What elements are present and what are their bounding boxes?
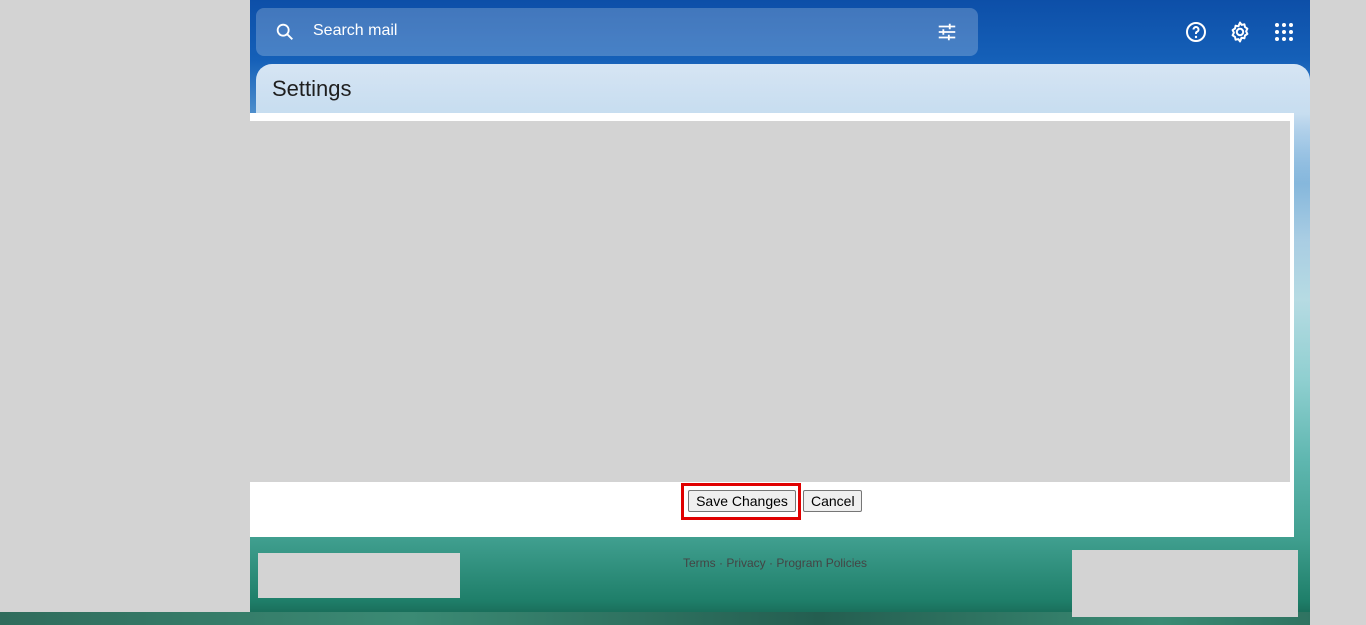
search-input[interactable]: Search mail <box>313 22 397 40</box>
apps-grid-icon[interactable] <box>1272 20 1296 44</box>
redacted-footer-right <box>1072 550 1298 617</box>
search-icon[interactable] <box>274 21 296 43</box>
privacy-link[interactable]: Privacy <box>726 556 765 570</box>
right-redacted-area <box>1310 0 1366 625</box>
program-policies-link[interactable]: Program Policies <box>776 556 867 570</box>
footer-separator: · <box>715 556 727 570</box>
gear-icon[interactable] <box>1228 20 1252 44</box>
cancel-button[interactable]: Cancel <box>803 490 862 512</box>
terms-link[interactable]: Terms <box>683 556 716 570</box>
left-redacted-area <box>0 0 250 625</box>
search-options-icon[interactable] <box>936 21 958 43</box>
help-circle-icon[interactable] <box>1184 20 1208 44</box>
redacted-footer-left <box>258 553 460 598</box>
redacted-settings-content <box>250 121 1290 482</box>
save-changes-button[interactable]: Save Changes <box>688 490 796 512</box>
search-bar[interactable]: Search mail <box>256 8 978 56</box>
page-title: Settings <box>272 76 352 101</box>
footer-separator: · <box>765 556 777 570</box>
footer-links: Terms · Privacy · Program Policies <box>683 556 867 570</box>
